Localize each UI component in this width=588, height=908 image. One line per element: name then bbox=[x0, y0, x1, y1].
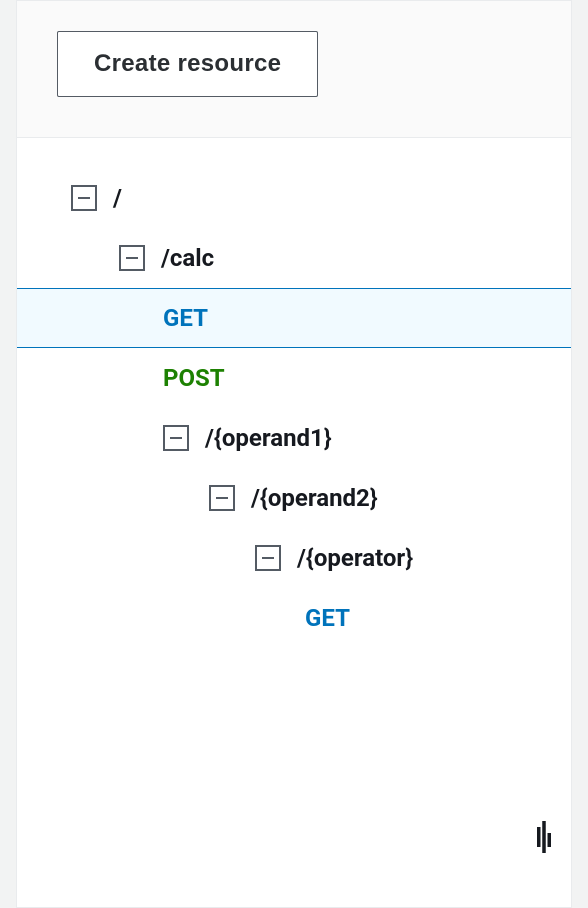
tree-row-operator-get[interactable]: GET bbox=[17, 588, 571, 648]
collapse-icon[interactable] bbox=[119, 245, 145, 271]
collapse-icon[interactable] bbox=[209, 485, 235, 511]
tree-row-calc[interactable]: /calc bbox=[17, 228, 571, 288]
resource-path-label: /{operand2} bbox=[251, 484, 378, 512]
tree-row-calc-post[interactable]: POST bbox=[17, 348, 571, 408]
resource-path-label: /{operand1} bbox=[205, 424, 332, 452]
create-resource-button[interactable]: Create resource bbox=[57, 31, 318, 97]
resources-panel: Create resource / /calc GET POST /{opera… bbox=[16, 0, 572, 908]
tree-row-operand2[interactable]: /{operand2} bbox=[17, 468, 571, 528]
create-resource-label: Create resource bbox=[94, 50, 281, 77]
tree-row-calc-get[interactable]: GET bbox=[17, 288, 571, 348]
resource-path-label: /{operator} bbox=[297, 544, 413, 572]
collapse-icon[interactable] bbox=[71, 185, 97, 211]
collapse-icon[interactable] bbox=[163, 425, 189, 451]
method-label-post: POST bbox=[163, 364, 225, 392]
resource-tree: / /calc GET POST /{operand1} /{operand2}… bbox=[17, 138, 571, 678]
tree-row-operator[interactable]: /{operator} bbox=[17, 528, 571, 588]
feedback-handle[interactable] bbox=[537, 821, 551, 857]
method-label-get: GET bbox=[305, 604, 350, 632]
collapse-icon[interactable] bbox=[255, 545, 281, 571]
tree-row-operand1[interactable]: /{operand1} bbox=[17, 408, 571, 468]
panel-header: Create resource bbox=[17, 1, 571, 138]
resource-path-label: /calc bbox=[161, 244, 214, 272]
tree-row-root[interactable]: / bbox=[17, 168, 571, 228]
method-label-get: GET bbox=[163, 304, 208, 332]
resource-path-label: / bbox=[113, 184, 122, 212]
